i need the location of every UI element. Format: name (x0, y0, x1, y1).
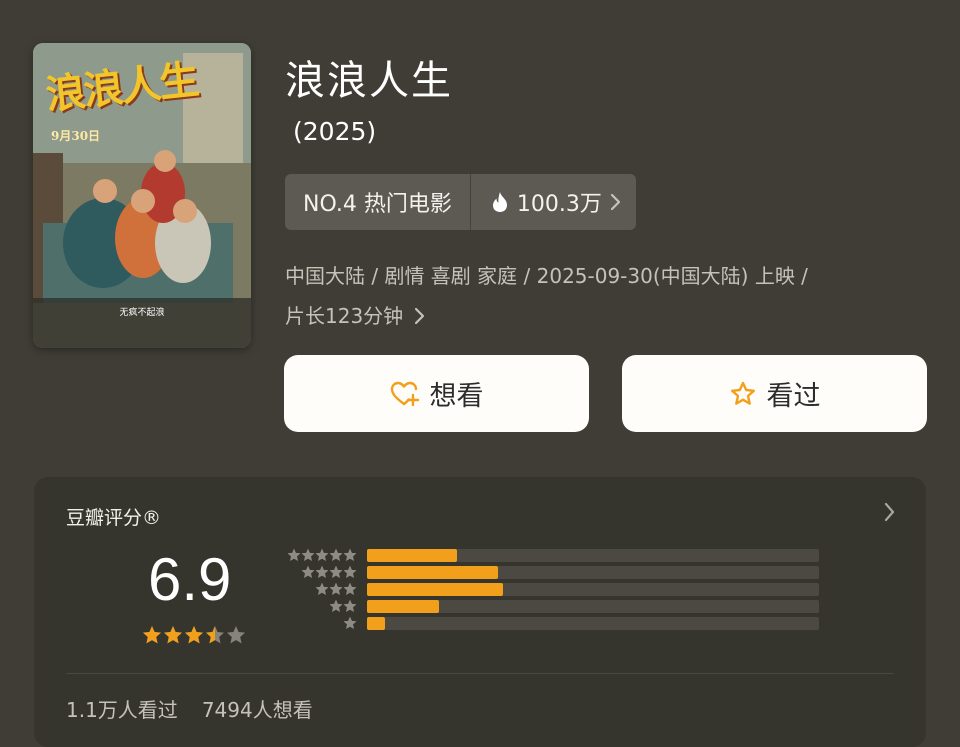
meta-line-info: 中国大陆 / 剧情 喜剧 家庭 / 2025-09-30(中国大陆) 上映 / (285, 264, 808, 288)
star-icon (227, 626, 245, 644)
chevron-right-icon (610, 193, 620, 211)
star-icon (343, 582, 357, 595)
star-icon (329, 582, 343, 595)
star-icon (329, 565, 343, 578)
star-icon (343, 599, 357, 612)
star-icon (329, 548, 343, 561)
want-to-watch-button[interactable]: 想看 (284, 355, 589, 432)
distribution-track (367, 549, 819, 562)
star-icon (301, 565, 315, 578)
distribution-bar (367, 566, 499, 579)
distribution-stars (279, 548, 357, 562)
distribution-bar (367, 549, 458, 562)
seen-label: 看过 (766, 381, 821, 412)
movie-meta[interactable]: 中国大陆 / 剧情 喜剧 家庭 / 2025-09-30(中国大陆) 上映 / … (285, 256, 925, 336)
flame-icon (492, 192, 507, 212)
star-outline-icon (730, 381, 755, 405)
divider (66, 673, 894, 674)
distribution-bar (367, 583, 503, 596)
want-label: 想看 (429, 381, 484, 412)
distribution-row-4 (279, 565, 819, 579)
star-icon (315, 565, 329, 578)
star-icon (301, 548, 315, 561)
star-icon (343, 616, 357, 629)
star-icon (329, 599, 343, 612)
star-icon (206, 626, 224, 644)
star-icon (315, 548, 329, 561)
heart-plus-icon (390, 381, 419, 406)
ranking-chip[interactable]: NO.4 热门电影 100.3万 (285, 174, 636, 230)
star-icon (185, 626, 203, 644)
heat-indicator[interactable]: 100.3万 (471, 174, 636, 230)
want-count[interactable]: 7494人想看 (202, 694, 313, 723)
distribution-row-3 (279, 582, 819, 596)
rating-score: 6.9 (148, 546, 232, 613)
distribution-track (367, 600, 819, 613)
seen-count[interactable]: 1.1万人看过 (66, 694, 178, 723)
star-icon (315, 582, 329, 595)
heat-value: 100.3万 (516, 192, 602, 217)
star-icon (143, 626, 161, 644)
poster-tagline: 无疯不起浪 (119, 308, 165, 318)
distribution-track (367, 583, 819, 596)
chevron-right-icon (414, 307, 424, 325)
rating-card[interactable]: 豆瓣评分® 6.9 1.1万人看过 7494人想看 (34, 477, 926, 747)
distribution-track (367, 617, 819, 630)
ranking-label: NO.4 热门电影 (303, 192, 452, 217)
distribution-stars (279, 616, 357, 630)
distribution-stars (279, 582, 357, 596)
watched-button[interactable]: 看过 (622, 355, 927, 432)
distribution-stars (279, 565, 357, 579)
star-icon (287, 548, 301, 561)
distribution-row-2 (279, 599, 819, 613)
star-icon (343, 565, 357, 578)
distribution-row-5 (279, 548, 819, 562)
meta-line-duration: 片长123分钟 (285, 296, 925, 336)
distribution-bar (367, 600, 440, 613)
rating-stars (142, 625, 246, 645)
rating-label: 豆瓣评分® (66, 507, 162, 529)
distribution-track (367, 566, 819, 579)
chevron-right-icon[interactable] (884, 501, 896, 523)
runtime-text: 片长123分钟 (285, 304, 404, 328)
movie-year: (2025) (293, 117, 377, 146)
star-icon (164, 626, 182, 644)
distribution-bar (367, 617, 386, 630)
movie-title: 浪浪人生 (285, 58, 453, 104)
movie-poster[interactable]: 浪浪人生 9月30日 无疯不起浪 (33, 43, 251, 348)
distribution-row-1 (279, 616, 819, 630)
star-icon (343, 548, 357, 561)
distribution-stars (279, 599, 357, 613)
rating-stats: 1.1万人看过 7494人想看 (66, 694, 313, 723)
poster-date: 9月30日 (51, 129, 101, 143)
